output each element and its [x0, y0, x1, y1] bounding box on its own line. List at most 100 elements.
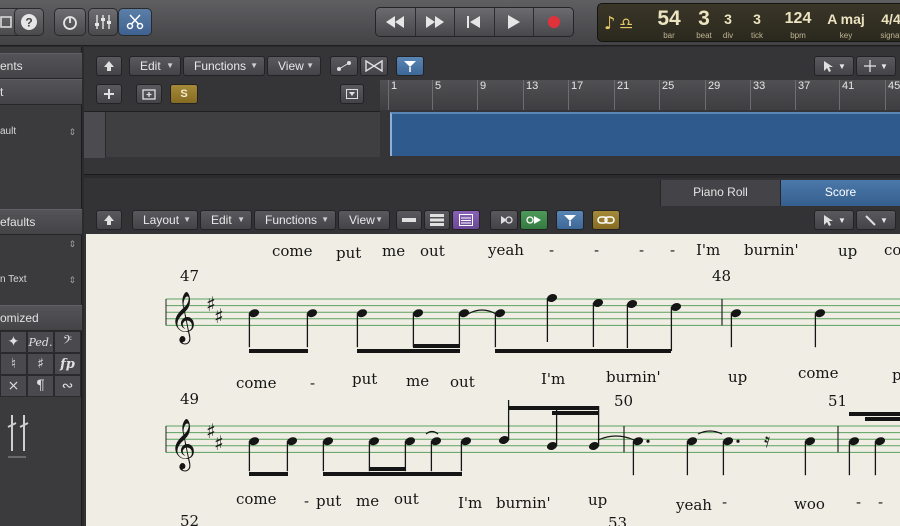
ruler-tick [659, 80, 660, 110]
midi-in-button[interactable] [490, 210, 518, 230]
signature-value: 4/4 [881, 11, 900, 27]
inspector-header-settings[interactable]: t [0, 79, 82, 105]
print-view-button[interactable] [452, 210, 480, 230]
ruler-bar-number: 1 [391, 80, 398, 92]
dropdown-arrow-icon: ▼ [880, 215, 888, 225]
tracks-toolbar: Edit ▼ Functions ▼ View ▼ ▼ ▼ [84, 53, 900, 79]
smart-controls-icon [63, 16, 77, 30]
inspector-header-customized[interactable]: omized [0, 305, 82, 331]
tuner-icon: ♪ ♎ [604, 13, 633, 33]
updown-chevron-icon: ⇕ [68, 275, 76, 285]
tracks-pointer-tool[interactable]: ▼ [814, 56, 854, 76]
linear-view-button[interactable] [396, 210, 422, 230]
library-icon [0, 16, 12, 28]
tracks-view-menu[interactable]: View ▼ [267, 56, 321, 76]
mixer-button[interactable] [88, 8, 118, 36]
part-box-symbols: ✦ Ped. 𝄢 ♮ ♯ fp ⨯ ¶ ∾ [0, 331, 82, 397]
bass-clef-icon[interactable]: 𝄢 [54, 331, 81, 353]
play-button[interactable] [495, 8, 535, 36]
tracks-up-button[interactable] [96, 56, 122, 76]
score-functions-menu[interactable]: Functions ▼ [254, 210, 336, 230]
svg-text:♎: ♎ [619, 14, 633, 33]
help-button[interactable]: ? [14, 8, 44, 36]
bar-field[interactable]: 54 bar [648, 7, 690, 40]
tempo-field[interactable]: 124 bpm [778, 7, 818, 40]
tracks-secondary-tool[interactable]: ▼ [856, 56, 896, 76]
tick-field[interactable]: 3 tick [744, 7, 770, 40]
dot [736, 439, 740, 443]
track-header[interactable] [84, 111, 380, 158]
tab-piano-roll[interactable]: Piano Roll [660, 180, 780, 206]
score-layout-menu[interactable]: Layout ▼ [132, 210, 198, 230]
pointer-icon [824, 215, 834, 226]
inspector-row-blank[interactable]: ⇕ [0, 233, 82, 255]
add-track-button[interactable] [96, 84, 122, 104]
timeline-ruler[interactable]: 1 5 9 13 17 21 25 29 33 37 41 45 [380, 80, 900, 110]
midi-region[interactable] [390, 112, 900, 156]
notation-canvas[interactable]: 𝄞 ♯♯𝄞 ♯♯ 𝄿 [86, 234, 900, 526]
solo-button[interactable]: S [170, 84, 198, 104]
score-pencil-tool[interactable]: ▼ [856, 210, 896, 230]
sharp-icon[interactable]: ♯ [27, 353, 54, 375]
fp-dynamic-icon[interactable]: fp [54, 353, 81, 375]
fast-forward-button[interactable] [416, 8, 456, 36]
inspector-header-elements[interactable]: ents [0, 53, 82, 79]
page-view-button[interactable] [424, 210, 450, 230]
automation-button[interactable] [330, 56, 358, 76]
midi-out-icon [526, 216, 541, 224]
scissors-icon [126, 14, 144, 30]
inspector-row-default[interactable]: ault ⇕ [0, 121, 82, 143]
tracks-edit-menu[interactable]: Edit ▼ [129, 56, 181, 76]
tab-score[interactable]: Score [780, 180, 900, 206]
inspector-header-defaults[interactable]: efaults [0, 209, 82, 235]
score-catch-button[interactable] [556, 210, 584, 230]
ruler-bar-number: 37 [798, 80, 811, 92]
ruler-bar-number: 25 [662, 80, 675, 92]
key-label: key [839, 31, 853, 40]
ruler-bar-number: 9 [480, 80, 487, 92]
score-edit-menu[interactable]: Edit ▼ [200, 210, 252, 230]
ruler-bar-number: 33 [753, 80, 766, 92]
link-button[interactable] [592, 210, 620, 230]
sym-fragment-icon[interactable]: ✦ [0, 331, 27, 353]
go-to-beginning-button[interactable] [455, 8, 495, 36]
dropdown-arrow-icon: ▼ [838, 61, 846, 71]
tracks-functions-menu[interactable]: Functions ▼ [183, 56, 265, 76]
ruler-bar-number: 17 [571, 80, 584, 92]
inspector-row-default-label: ault [0, 126, 17, 137]
score-view-menu[interactable]: View ▼ [338, 210, 390, 230]
beat-field[interactable]: 3 beat [692, 7, 716, 40]
sharp-fragment-icon[interactable]: ♮ [0, 353, 27, 375]
score-out-button[interactable] [520, 210, 548, 230]
rewind-button[interactable] [376, 8, 416, 36]
smart-controls-button[interactable] [54, 8, 86, 36]
tracks-catch-button[interactable] [396, 56, 424, 76]
turn-ornament-icon[interactable]: ∾ [54, 375, 81, 397]
div-field[interactable]: 3 div [718, 7, 738, 40]
track-options-button[interactable] [340, 84, 364, 104]
inspector-row-text-style[interactable]: n Text ⇕ [0, 269, 82, 291]
dropdown-box-icon [346, 89, 358, 99]
score-toolbar: Layout ▼ Edit ▼ Functions ▼ View ▼ ▼ ▼ [84, 207, 900, 233]
score-page[interactable]: come put me out yeah - - - - I'm burnin'… [86, 234, 900, 526]
record-button[interactable] [534, 8, 573, 36]
tempo-value: 124 [784, 10, 812, 27]
tracks-functions-label: Functions [194, 59, 247, 73]
key-field[interactable]: A maj key [822, 7, 870, 40]
dropdown-arrow-icon: ▼ [306, 61, 314, 70]
score-pointer-tool[interactable]: ▼ [814, 210, 854, 230]
pedal-icon[interactable]: Ped. [27, 331, 54, 353]
flex-button[interactable] [360, 56, 388, 76]
lcd-display[interactable]: ♪ ♎ 54 bar 3 beat 3 div 3 tick 124 bpm A… [597, 3, 900, 42]
signature-field[interactable]: 4/4 signat [874, 7, 900, 40]
editors-button[interactable] [118, 8, 152, 36]
ruler-tick [432, 80, 433, 110]
new-folder-button[interactable] [136, 84, 162, 104]
fermata-fragment-icon[interactable]: ⨯ [0, 375, 27, 397]
score-inspector: ents t ault ⇕ efaults ⇕ n Text ⇕ omized ✦ … [0, 47, 82, 526]
score-up-button[interactable] [96, 210, 122, 230]
tick-label: tick [751, 31, 763, 40]
ruler-tick [388, 80, 389, 110]
score-editor: Piano Roll Score Layout ▼ Edit ▼ Functions… [84, 178, 900, 526]
paragraph-icon[interactable]: ¶ [27, 375, 54, 397]
